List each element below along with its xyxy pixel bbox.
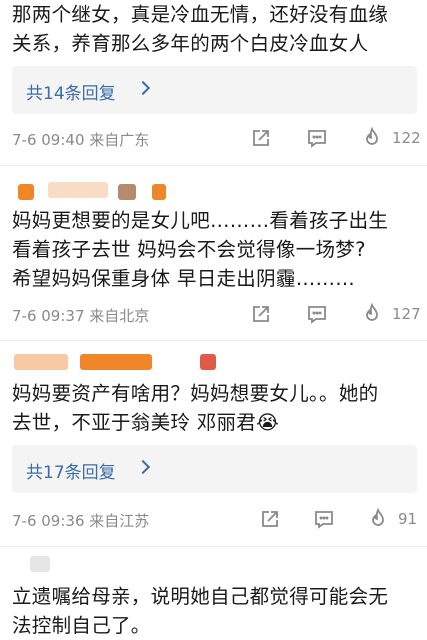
replies-label: 共14条回复: [26, 84, 116, 104]
comment-time-location: 7-6 09:40 来自广东: [12, 131, 150, 149]
share-icon[interactable]: [249, 302, 273, 326]
replies-button[interactable]: 共17条回复: [12, 445, 417, 493]
avatar-blur: [118, 184, 136, 200]
avatar-blur: [200, 354, 216, 370]
comment-time-location: 7-6 09:37 来自北京: [12, 307, 150, 325]
comment-text: 妈妈更想要的是女儿吧………看着孩子出生 看着孩子去世 妈妈会不会觉得像一场梦? …: [12, 209, 389, 290]
comment-meta-row: 7-6 09:40 来自广东 122: [0, 124, 427, 154]
comment-meta-row: 7-6 09:36 来自江苏 91: [0, 505, 427, 535]
chevron-right-icon: [135, 459, 151, 475]
comment-icon[interactable]: [305, 126, 329, 150]
like-count: 127: [392, 305, 421, 323]
comment-icon[interactable]: [305, 302, 329, 326]
divider: [0, 165, 427, 166]
like-flame-icon[interactable]: [360, 126, 384, 150]
avatar-blur: [80, 354, 152, 370]
replies-label: 共17条回复: [26, 463, 116, 483]
avatar-blur: [18, 184, 34, 200]
comment-icon[interactable]: [312, 507, 336, 531]
like-flame-icon[interactable]: [360, 302, 384, 326]
comment-meta-row: 7-6 09:37 来自北京 127: [0, 300, 427, 330]
divider: [0, 546, 427, 547]
avatar-blur: [48, 182, 108, 198]
comment-time-location: 7-6 09:36 来自江苏: [12, 512, 150, 530]
like-flame-icon[interactable]: [366, 507, 390, 531]
comment-text: 立遗嘱给母亲，说明她自己都觉得可能会无 法控制自己了。: [12, 585, 389, 637]
share-icon[interactable]: [249, 126, 273, 150]
share-icon[interactable]: [258, 507, 282, 531]
like-count: 122: [392, 129, 421, 147]
comment-text: 那两个继女，真是冷血无情，还好没有血缘 关系，养育那么多年的两个白皮冷血女人: [12, 3, 389, 55]
avatar-blur: [152, 184, 166, 200]
avatar-blur: [30, 556, 50, 572]
chevron-right-icon: [135, 80, 151, 96]
divider: [0, 340, 427, 341]
avatar-blur: [14, 354, 68, 370]
like-count: 91: [398, 510, 418, 528]
replies-button[interactable]: 共14条回复: [12, 66, 417, 114]
comment-text: 妈妈要资产有啥用？妈妈想要女儿。。她的 去世，不亚于翁美玲 邓丽君😭: [12, 382, 379, 434]
